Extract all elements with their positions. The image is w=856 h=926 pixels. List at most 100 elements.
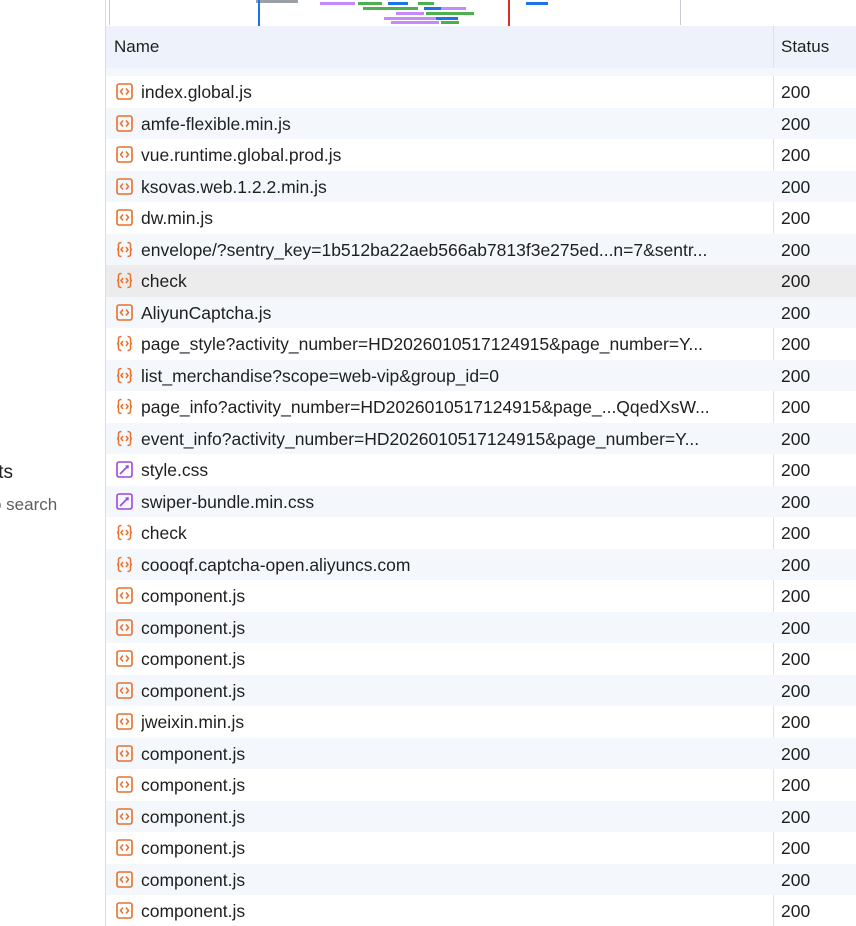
request-name: page_style?activity_number=HD20260105171… xyxy=(141,334,704,354)
script-icon xyxy=(116,807,133,825)
script-icon xyxy=(116,83,133,100)
table-row[interactable]: page_style?activity_number=HD20260105171… xyxy=(106,328,856,360)
request-name: style.css xyxy=(141,460,209,480)
overview-bar xyxy=(320,2,355,5)
dom-content-loaded-marker xyxy=(258,0,260,26)
table-row[interactable]: swiper-bundle.min.css 200 xyxy=(106,485,856,517)
request-name: page_info?activity_number=HD202601051712… xyxy=(141,397,710,417)
request-status: 200 xyxy=(781,838,811,858)
request-table-header: Name Status xyxy=(106,26,856,69)
no-results-title: lts xyxy=(0,462,13,483)
request-status: 200 xyxy=(781,365,811,386)
request-status: 200 xyxy=(781,712,811,732)
table-row[interactable]: component.js 200 xyxy=(106,800,856,832)
overview-bar xyxy=(436,17,458,20)
request-name: component.js xyxy=(141,901,246,921)
request-status: 200 xyxy=(781,208,811,228)
script-icon xyxy=(116,114,133,132)
request-status: 200 xyxy=(781,586,811,606)
table-row[interactable]: check 200 xyxy=(106,265,856,297)
request-name: check xyxy=(141,523,187,543)
script-icon xyxy=(116,902,133,919)
request-name: AliyunCaptcha.js xyxy=(141,302,272,323)
script-icon xyxy=(116,681,133,699)
request-status: 200 xyxy=(781,775,811,795)
request-name: component.js xyxy=(141,617,246,638)
overview-bar xyxy=(441,7,466,10)
fetch-icon xyxy=(116,241,133,258)
table-row[interactable]: component.js 200 xyxy=(106,895,856,926)
request-status: 200 xyxy=(781,680,811,701)
request-name: component.js xyxy=(141,743,246,764)
request-name: list_merchandise?scope=web-vip&group_id=… xyxy=(141,365,499,386)
overview-bar xyxy=(358,2,382,5)
request-status: 200 xyxy=(781,176,811,197)
table-row[interactable]: check 200 xyxy=(106,517,856,549)
fetch-icon xyxy=(116,335,133,352)
table-row[interactable]: component.js 200 xyxy=(106,611,856,643)
table-row[interactable]: style.css 200 xyxy=(106,454,856,486)
request-name: index.global.js xyxy=(141,82,252,102)
overview-bar xyxy=(396,12,424,15)
table-row[interactable]: index.global.js 200 xyxy=(106,76,856,108)
request-status: 200 xyxy=(781,869,811,890)
request-name: jweixin.min.js xyxy=(141,712,245,732)
request-name: component.js xyxy=(141,586,246,606)
partial-table-row xyxy=(106,68,856,76)
script-icon xyxy=(116,870,133,888)
request-name: swiper-bundle.min.css xyxy=(141,491,315,512)
table-row[interactable]: vue.runtime.global.prod.js 200 xyxy=(106,139,856,171)
table-row[interactable]: component.js 200 xyxy=(106,832,856,864)
script-icon xyxy=(116,650,133,667)
overview-bar xyxy=(426,12,474,15)
fetch-icon xyxy=(116,272,133,289)
table-row[interactable]: event_info?activity_number=HD20260105171… xyxy=(106,422,856,454)
script-icon xyxy=(116,177,133,195)
request-status: 200 xyxy=(781,145,811,165)
fetch-icon xyxy=(116,367,133,384)
table-row[interactable]: AliyunCaptcha.js 200 xyxy=(106,296,856,328)
stylesheet-icon xyxy=(116,492,133,510)
table-row[interactable]: envelope/?sentry_key=1b512ba22aeb566ab78… xyxy=(106,233,856,265)
request-name: dw.min.js xyxy=(141,208,213,228)
column-header-status[interactable]: Status xyxy=(781,37,829,57)
script-icon xyxy=(116,146,133,163)
request-name: component.js xyxy=(141,838,246,858)
request-status: 200 xyxy=(781,554,811,575)
request-status: 200 xyxy=(781,649,811,669)
request-name: component.js xyxy=(141,806,246,827)
request-list[interactable]: index.global.js 200 amfe-flexible.min.js 20… xyxy=(106,68,856,926)
script-icon xyxy=(116,303,133,321)
table-row[interactable]: list_merchandise?scope=web-vip&group_id=… xyxy=(106,359,856,391)
table-row[interactable]: component.js 200 xyxy=(106,863,856,895)
table-row[interactable]: coooqf.captcha-open.aliyuncs.com 200 xyxy=(106,548,856,580)
table-row[interactable]: jweixin.min.js 200 xyxy=(106,706,856,738)
table-row[interactable]: page_info?activity_number=HD202601051712… xyxy=(106,391,856,423)
request-status: 200 xyxy=(781,113,811,134)
script-icon xyxy=(116,839,133,856)
network-overview-timeline[interactable] xyxy=(106,0,856,27)
table-row[interactable]: dw.min.js 200 xyxy=(106,202,856,234)
request-status: 200 xyxy=(781,491,811,512)
table-row[interactable]: amfe-flexible.min.js 200 xyxy=(106,107,856,139)
request-status: 200 xyxy=(781,271,811,291)
request-status: 200 xyxy=(781,239,811,260)
request-name: event_info?activity_number=HD20260105171… xyxy=(141,428,700,449)
request-name: amfe-flexible.min.js xyxy=(141,113,291,134)
column-header-name[interactable]: Name xyxy=(114,37,159,57)
table-row[interactable]: ksovas.web.1.2.2.min.js 200 xyxy=(106,170,856,202)
table-row[interactable]: component.js 200 xyxy=(106,643,856,675)
request-status: 200 xyxy=(781,523,811,543)
table-row[interactable]: component.js 200 xyxy=(106,737,856,769)
overview-bar xyxy=(256,0,298,3)
request-status: 200 xyxy=(781,302,811,323)
fetch-icon xyxy=(116,430,133,447)
table-row[interactable]: component.js 200 xyxy=(106,674,856,706)
table-row[interactable]: component.js 200 xyxy=(106,769,856,801)
stylesheet-icon xyxy=(116,461,133,478)
overview-bar xyxy=(441,21,459,24)
table-row[interactable]: component.js 200 xyxy=(106,580,856,612)
overview-bar xyxy=(391,21,439,24)
request-status: 200 xyxy=(781,901,811,921)
request-status: 200 xyxy=(781,334,811,354)
